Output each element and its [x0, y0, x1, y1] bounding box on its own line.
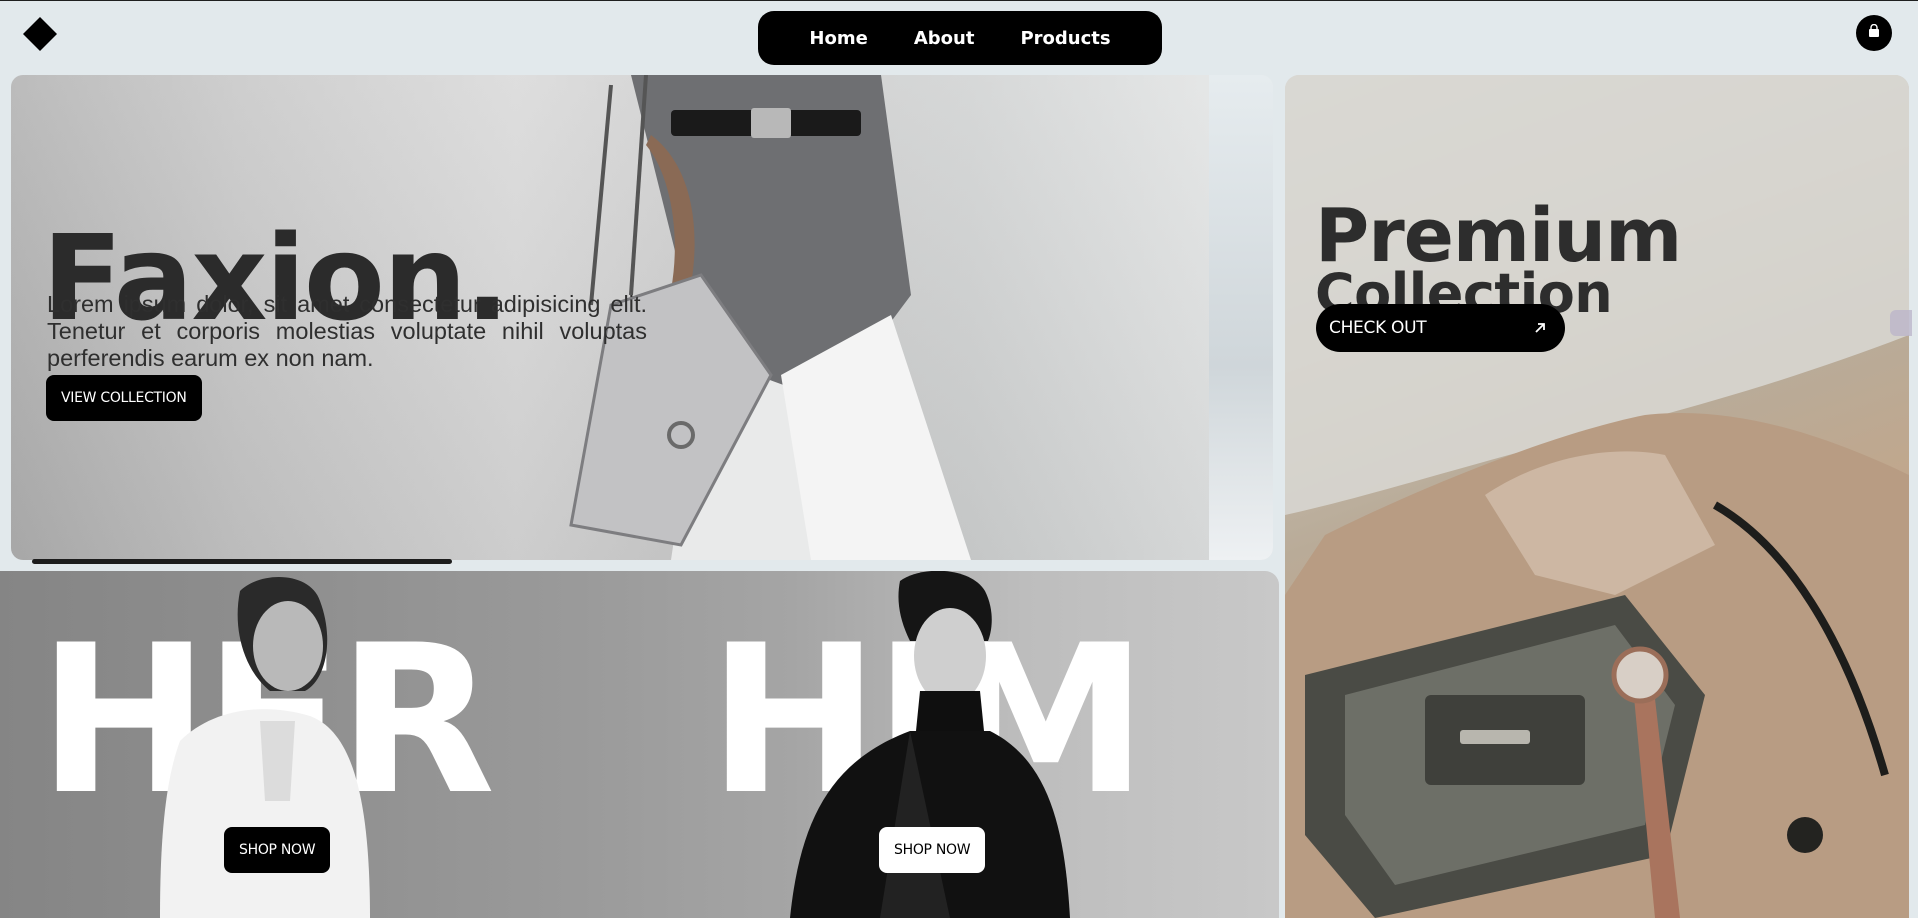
category-panel: HER HIM SHOP NOW SHOP NOW: [0, 571, 1279, 918]
hero-banner: Faxion. Lorem ipsum dolor, sit amet cons…: [11, 75, 1273, 560]
nav-about-link[interactable]: About: [914, 28, 975, 49]
shop-him-button[interactable]: SHOP NOW: [879, 827, 986, 873]
diamond-logo-icon[interactable]: [23, 17, 57, 51]
arrow-up-right-icon: [1533, 321, 1547, 335]
main-nav: Home About Products: [758, 11, 1162, 65]
shop-her-button[interactable]: SHOP NOW: [224, 827, 331, 873]
cart-button[interactable]: [1856, 15, 1892, 51]
nav-home-link[interactable]: Home: [809, 28, 867, 49]
top-border: [0, 0, 1918, 1]
check-out-button[interactable]: CHECK OUT: [1316, 304, 1565, 352]
premium-collection-card: Premium Collection CHECK OUT: [1285, 75, 1909, 918]
nav-products-link[interactable]: Products: [1020, 28, 1110, 49]
hero-background-edge: [1209, 75, 1273, 560]
shopping-bag-icon: [1867, 23, 1881, 43]
side-extension-tab[interactable]: [1890, 310, 1912, 336]
hero-description: Lorem ipsum dolor, sit amet consectetur …: [47, 290, 647, 371]
carousel-progress-bar: [32, 559, 452, 564]
view-collection-button[interactable]: VIEW COLLECTION: [46, 375, 202, 421]
check-out-label: CHECK OUT: [1329, 318, 1427, 338]
